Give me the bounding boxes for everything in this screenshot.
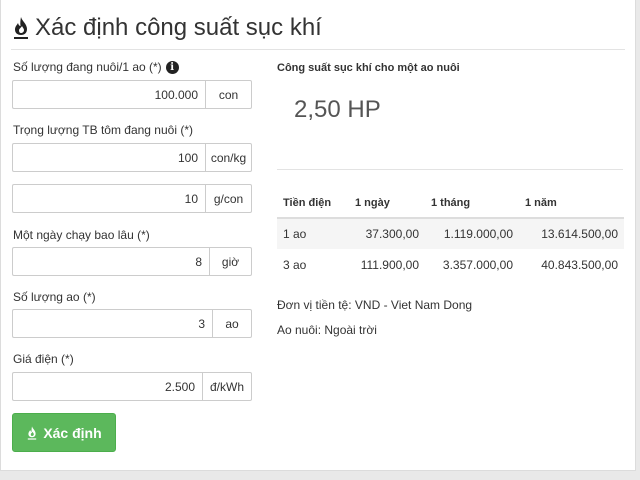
result-value: 2,50 HP (294, 96, 381, 123)
fire-icon (28, 425, 37, 440)
avg-weight-grams-input[interactable] (12, 184, 205, 213)
avg-weight-count-input[interactable] (12, 143, 205, 172)
electric-price-group: đ/kWh (12, 372, 252, 401)
avg-weight-grams-unit: g/con (205, 184, 252, 213)
pond-type-note: Ao nuôi: Ngoài trời (277, 323, 377, 337)
stock-count-group: con (12, 80, 252, 109)
fire-icon (14, 17, 28, 39)
stock-count-input[interactable] (12, 80, 205, 109)
table-cell: 111.900,00 (360, 257, 419, 272)
pond-count-input[interactable] (12, 309, 212, 338)
electric-price-label: Giá điện (*) (13, 352, 74, 366)
avg-weight-count-group: con/kg (12, 143, 252, 172)
stock-count-label: Số lượng đang nuôi/1 ao (*) i (13, 60, 179, 74)
page-title: Xác định công suất sục khí (11, 12, 322, 44)
table-row: 3 ao 111.900,00 3.357.000,00 40.843.500,… (277, 249, 624, 280)
result-heading: Công suất sục khí cho một ao nuôi (277, 62, 460, 74)
electric-price-input[interactable] (12, 372, 202, 401)
table-cell: 37.300,00 (349, 218, 425, 249)
pond-count-group: ao (12, 309, 252, 338)
calculate-button[interactable]: Xác định (12, 413, 116, 452)
info-icon[interactable]: i (165, 60, 179, 74)
run-hours-label: Một ngày chạy bao lâu (*) (13, 228, 150, 242)
table-row: 1 ao 37.300,00 1.119.000,00 13.614.500,0… (277, 218, 624, 249)
result-divider (277, 169, 623, 170)
avg-weight-label: Trọng lượng TB tôm đang nuôi (*) (13, 123, 193, 137)
table-header: Tiền điện (277, 188, 349, 219)
run-hours-unit: giờ (209, 247, 252, 276)
currency-note: Đơn vị tiền tệ: VND - Viet Nam Dong (277, 298, 473, 312)
avg-weight-grams-group: g/con (12, 184, 252, 213)
calculate-button-label: Xác định (43, 424, 102, 441)
pond-count-label: Số lượng ao (*) (13, 290, 96, 304)
table-cell: 1 ao (277, 218, 349, 249)
table-header-row: Tiền điện 1 ngày 1 tháng 1 năm (277, 188, 624, 219)
avg-weight-count-unit: con/kg (205, 143, 252, 172)
table-header: 1 ngày (349, 188, 425, 219)
table-header: 1 tháng (425, 188, 519, 219)
run-hours-input[interactable] (12, 247, 209, 276)
electric-price-unit: đ/kWh (202, 372, 252, 401)
title-divider (11, 49, 625, 50)
run-hours-group: giờ (12, 247, 252, 276)
table-header: 1 năm (519, 188, 624, 219)
table-cell: 13.614.500,00 (519, 218, 624, 249)
table-cell: 3 ao (283, 257, 307, 272)
page-title-text: Xác định công suất sục khí (35, 14, 322, 41)
table-cell: 40.843.500,00 (541, 257, 618, 272)
table-cell: 3.357.000,00 (442, 257, 513, 272)
stock-count-unit: con (205, 80, 252, 109)
table-cell: 1.119.000,00 (425, 218, 519, 249)
calculator-panel: Xác định công suất sục khí Số lượng đang… (0, 0, 636, 471)
electricity-cost-table: Tiền điện 1 ngày 1 tháng 1 năm 1 ao 37.3… (277, 188, 624, 280)
pond-count-unit: ao (212, 309, 252, 338)
